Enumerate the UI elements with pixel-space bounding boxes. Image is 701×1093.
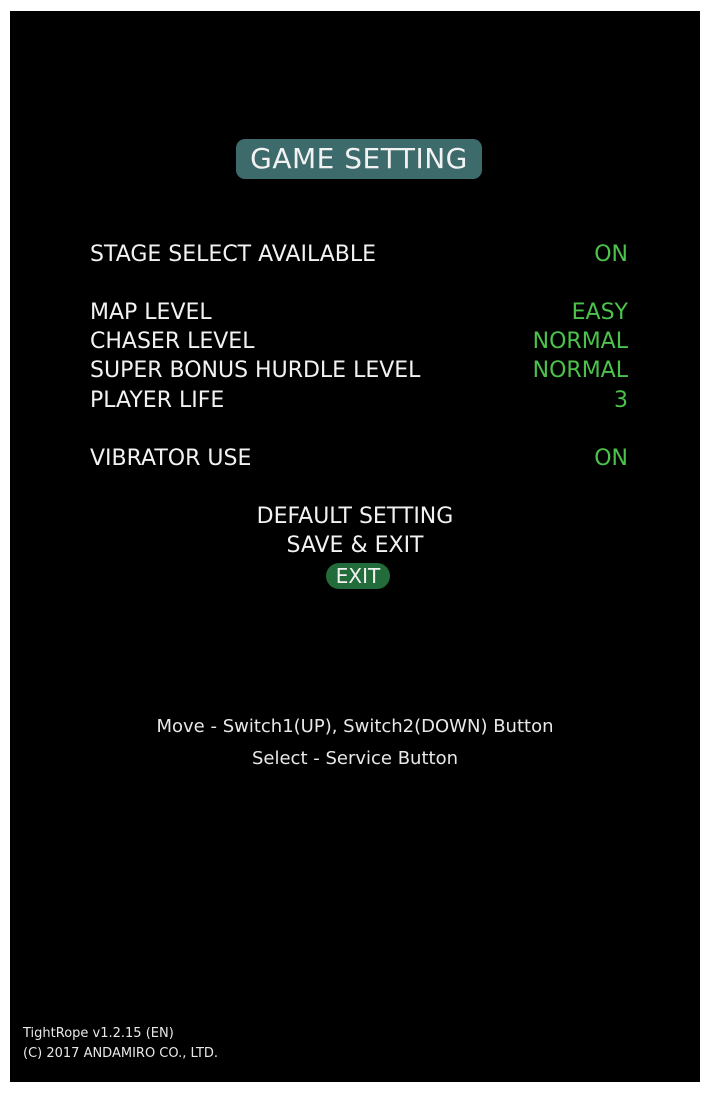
help-move-text: Move - Switch1(UP), Switch2(DOWN) Button — [156, 716, 554, 737]
exit-button[interactable]: EXIT — [326, 563, 390, 589]
default-setting-button[interactable]: DEFAULT SETTING — [10, 503, 700, 531]
setting-value: ON — [594, 446, 628, 471]
setting-value: NORMAL — [532, 358, 628, 383]
setting-label: CHASER LEVEL — [90, 329, 255, 354]
setting-value: ON — [594, 242, 628, 267]
setting-label: VIBRATOR USE — [90, 446, 252, 471]
copyright-text: (C) 2017 ANDAMIRO CO., LTD. — [23, 1046, 219, 1061]
setting-label: STAGE SELECT AVAILABLE — [90, 242, 376, 267]
setting-label: SUPER BONUS HURDLE LEVEL — [90, 358, 421, 383]
setting-value: EASY — [571, 300, 628, 325]
save-exit-button[interactable]: SAVE & EXIT — [10, 532, 700, 560]
page-title: GAME SETTING — [236, 139, 482, 179]
setting-row-super-bonus-hurdle-level[interactable]: SUPER BONUS HURDLE LEVEL NORMAL — [90, 357, 628, 385]
setting-value: 3 — [614, 388, 628, 413]
setting-label: PLAYER LIFE — [90, 388, 225, 413]
setting-row-player-life[interactable]: PLAYER LIFE 3 — [90, 387, 628, 415]
setting-value: NORMAL — [532, 329, 628, 354]
setting-label: MAP LEVEL — [90, 300, 212, 325]
setting-row-map-level[interactable]: MAP LEVEL EASY — [90, 299, 628, 327]
setting-row-vibrator-use[interactable]: VIBRATOR USE ON — [90, 445, 628, 473]
setting-row-chaser-level[interactable]: CHASER LEVEL NORMAL — [90, 328, 628, 356]
game-setting-screen: GAME SETTING STAGE SELECT AVAILABLE ON M… — [10, 11, 700, 1082]
setting-row-stage-select[interactable]: STAGE SELECT AVAILABLE ON — [90, 241, 628, 269]
version-text: TightRope v1.2.15 (EN) — [23, 1026, 174, 1041]
help-select-text: Select - Service Button — [251, 748, 458, 769]
